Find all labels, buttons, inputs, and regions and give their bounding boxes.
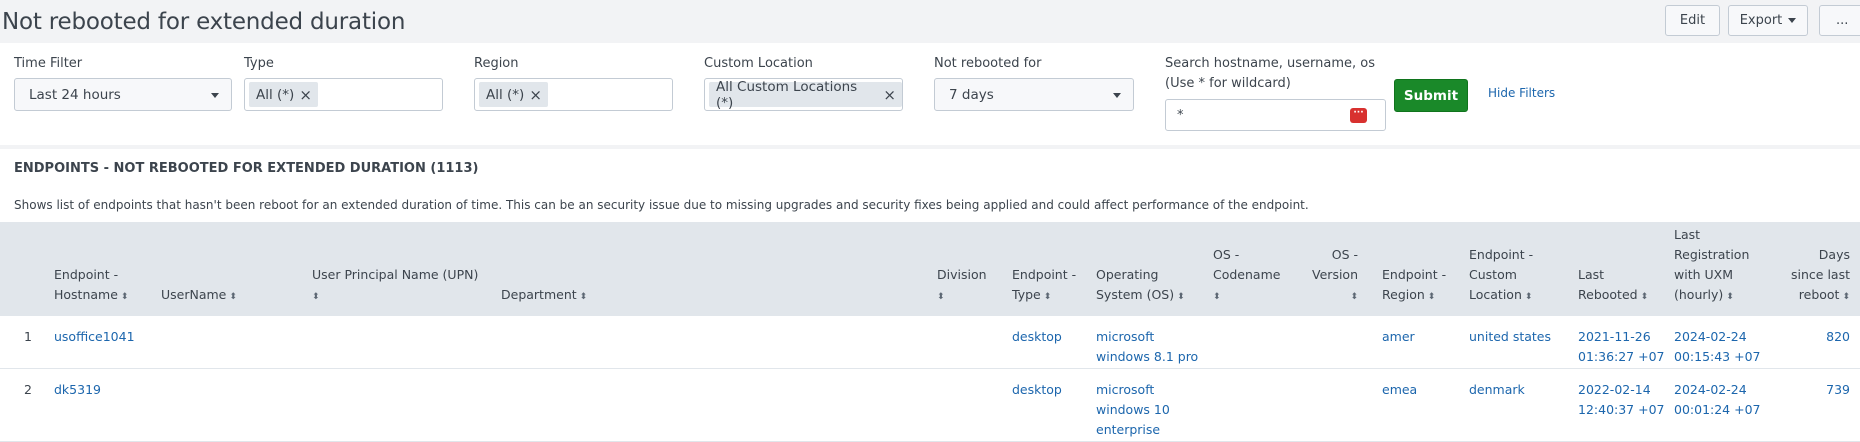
type-label: Type <box>244 56 274 71</box>
sort-icon: ⬍ <box>229 292 237 302</box>
column-header-division[interactable]: Division ⬍ <box>937 265 987 307</box>
type-multiselect[interactable]: All (*) × <box>244 78 443 111</box>
time-filter-select[interactable]: Last 24 hours <box>14 78 232 111</box>
sort-icon: ⬍ <box>120 292 129 302</box>
time-filter-label: Time Filter <box>14 56 83 71</box>
submit-button[interactable]: Submit <box>1394 79 1468 112</box>
os-link[interactable]: microsoft windows 8.1 pro <box>1096 327 1198 367</box>
custom-location-multiselect[interactable]: All Custom Locations (*) × <box>704 78 903 111</box>
sort-icon: ⬍ <box>1640 292 1649 302</box>
not-rebooted-select[interactable]: 7 days <box>934 78 1134 111</box>
column-header-version[interactable]: OS - Version ⬍ <box>1306 245 1358 307</box>
row-index: 1 <box>24 329 32 344</box>
region-label: Region <box>474 56 519 71</box>
table-row: 1 usoffice1041 desktop microsoft windows … <box>0 316 1860 369</box>
column-header-upn[interactable]: User Principal Name (UPN) ⬍ <box>312 265 478 307</box>
endpoints-panel: ENDPOINTS - NOT REBOOTED FOR EXTENDED DU… <box>0 149 1860 442</box>
sort-icon: ⬍ <box>1427 292 1436 302</box>
column-header-location[interactable]: Endpoint - Custom Location ⬍ <box>1469 245 1533 307</box>
column-header-hostname[interactable]: Endpoint - Hostname ⬍ <box>54 265 128 307</box>
sort-icon: ⬍ <box>1524 292 1533 302</box>
table-header: Endpoint - Hostname ⬍ UserName ⬍ User Princ… <box>0 222 1860 316</box>
table-row: 2 dk5319 desktop microsoft windows 10 ente… <box>0 369 1860 442</box>
sort-icon: ⬍ <box>579 292 588 302</box>
search-label: Search hostname, username, os <box>1165 56 1375 71</box>
column-header-days[interactable]: Days since last reboot ⬍ <box>1770 245 1850 307</box>
row-index: 2 <box>24 382 32 397</box>
chevron-down-icon <box>211 93 219 98</box>
not-rebooted-label: Not rebooted for <box>934 56 1042 71</box>
not-rebooted-value: 7 days <box>949 86 994 103</box>
more-button[interactable]: ... <box>1819 5 1860 36</box>
remove-chip-icon[interactable]: × <box>883 86 896 104</box>
page-title: Not rebooted for extended duration <box>2 9 406 35</box>
export-button[interactable]: Export <box>1728 5 1808 36</box>
last-rebooted-link[interactable]: 2021-11-26 01:36:27 +07 <box>1578 327 1665 367</box>
time-filter-value: Last 24 hours <box>29 86 121 103</box>
column-header-department[interactable]: Department ⬍ <box>501 285 587 307</box>
sort-icon: ⬍ <box>312 292 320 302</box>
column-header-username[interactable]: UserName ⬍ <box>161 285 237 307</box>
last-registration-link[interactable]: 2024-02-24 00:01:24 +07 <box>1674 380 1761 420</box>
type-link[interactable]: desktop <box>1012 380 1062 400</box>
column-header-region[interactable]: Endpoint - Region ⬍ <box>1382 265 1446 307</box>
hide-filters-link[interactable]: Hide Filters <box>1488 86 1555 100</box>
more-options-icon[interactable]: ··· <box>1350 108 1367 123</box>
submit-label: Submit <box>1403 87 1459 104</box>
search-hint: (Use * for wildcard) <box>1165 76 1291 91</box>
region-chip: All (*) × <box>479 82 548 107</box>
location-link[interactable]: denmark <box>1469 380 1525 400</box>
column-header-codename[interactable]: OS - Codename ⬍ <box>1213 245 1280 307</box>
sort-icon: ⬍ <box>1177 292 1185 302</box>
chevron-down-icon <box>1788 18 1797 23</box>
export-label: Export <box>1739 13 1783 28</box>
sort-icon: ⬍ <box>1350 292 1358 302</box>
os-link[interactable]: microsoft windows 10 enterprise <box>1096 380 1170 440</box>
remove-chip-icon[interactable]: × <box>299 86 312 104</box>
search-value: * <box>1177 107 1184 123</box>
type-chip: All (*) × <box>249 82 318 107</box>
column-header-last-registration[interactable]: Last Registration with UXM (hourly) ⬍ <box>1674 225 1749 307</box>
custom-location-chip: All Custom Locations (*) × <box>709 79 902 111</box>
sort-icon: ⬍ <box>1726 292 1734 302</box>
chevron-down-icon <box>1113 93 1121 98</box>
sort-icon: ⬍ <box>1213 292 1221 302</box>
type-chip-label: All (*) <box>256 86 295 103</box>
region-multiselect[interactable]: All (*) × <box>474 78 673 111</box>
days-link[interactable]: 739 <box>1780 380 1850 400</box>
custom-location-chip-label: All Custom Locations (*) <box>716 78 858 111</box>
more-label: ... <box>1836 13 1849 28</box>
panel-description: Shows list of endpoints that hasn't been… <box>14 198 1309 212</box>
region-chip-label: All (*) <box>486 86 525 103</box>
hostname-link[interactable]: dk5319 <box>54 380 101 400</box>
region-link[interactable]: emea <box>1382 380 1417 400</box>
edit-button[interactable]: Edit <box>1665 5 1720 36</box>
column-header-os[interactable]: Operating System (OS) ⬍ <box>1096 265 1185 307</box>
hostname-link[interactable]: usoffice1041 <box>54 327 135 347</box>
location-link[interactable]: united states <box>1469 327 1551 347</box>
column-header-last-rebooted[interactable]: Last Rebooted ⬍ <box>1578 265 1648 307</box>
search-input[interactable]: * ··· <box>1165 99 1386 131</box>
custom-location-label: Custom Location <box>704 56 813 71</box>
edit-label: Edit <box>1679 13 1706 28</box>
last-registration-link[interactable]: 2024-02-24 00:15:43 +07 <box>1674 327 1761 367</box>
panel-title: ENDPOINTS - NOT REBOOTED FOR EXTENDED DU… <box>14 161 479 176</box>
sort-icon: ⬍ <box>1842 292 1850 302</box>
sort-icon: ⬍ <box>1043 292 1052 302</box>
column-header-type[interactable]: Endpoint - Type ⬍ <box>1012 265 1076 307</box>
type-link[interactable]: desktop <box>1012 327 1062 347</box>
region-link[interactable]: amer <box>1382 327 1415 347</box>
sort-icon: ⬍ <box>937 292 945 302</box>
remove-chip-icon[interactable]: × <box>529 86 542 104</box>
days-link[interactable]: 820 <box>1780 327 1850 347</box>
last-rebooted-link[interactable]: 2022-02-14 12:40:37 +07 <box>1578 380 1665 420</box>
